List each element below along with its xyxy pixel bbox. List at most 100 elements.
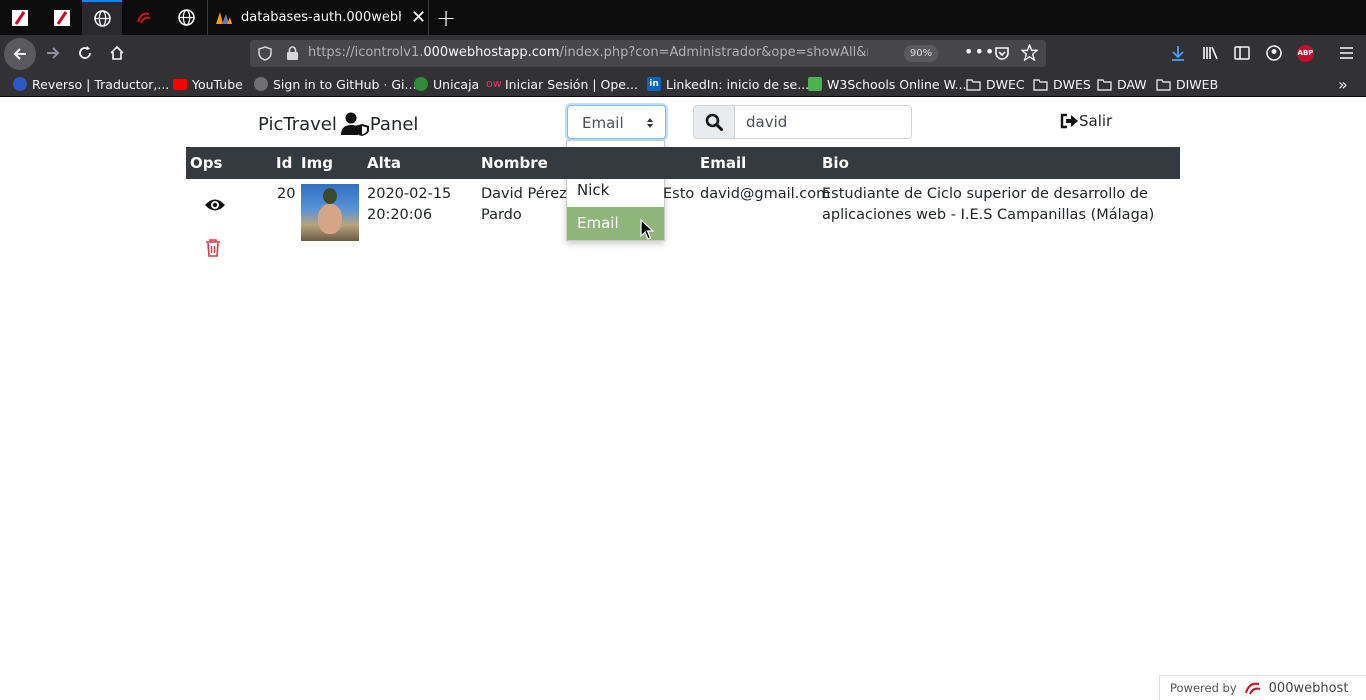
bookmark-label: DAW bbox=[1117, 76, 1147, 92]
bookmark-github[interactable]: Sign in to GitHub · Gi... bbox=[254, 75, 416, 93]
github-icon bbox=[254, 77, 268, 91]
column-header-ops: Ops bbox=[190, 154, 223, 172]
forward-button[interactable] bbox=[38, 39, 68, 67]
brand-name: PicTravel bbox=[258, 113, 337, 135]
search-button[interactable] bbox=[693, 105, 735, 139]
arrow-right-icon bbox=[47, 47, 60, 59]
reload-icon bbox=[79, 46, 91, 59]
sidebar-icon[interactable] bbox=[1234, 45, 1250, 61]
home-button[interactable] bbox=[102, 39, 132, 67]
powered-by-badge[interactable]: Powered by 000webhost bbox=[1159, 675, 1366, 700]
phpmyadmin-icon bbox=[216, 11, 232, 24]
pocket-icon[interactable] bbox=[994, 45, 1010, 61]
unicaja-icon bbox=[414, 77, 428, 91]
logout-label: Salir bbox=[1079, 112, 1113, 130]
bookmark-folder-daw[interactable]: DAW bbox=[1097, 75, 1147, 93]
bookmark-label: DWES bbox=[1053, 76, 1091, 92]
column-header-id: Id bbox=[276, 154, 293, 172]
trash-icon[interactable] bbox=[205, 239, 221, 257]
bookmark-label: Iniciar Sesión | Ope... bbox=[505, 76, 638, 92]
bookmark-label: DIWEB bbox=[1176, 76, 1219, 92]
bookmark-label: DWEC bbox=[986, 76, 1025, 92]
linkedin-icon: in bbox=[647, 77, 661, 91]
column-header-bio: Bio bbox=[822, 154, 849, 172]
cell-nombre-line2: Pardo bbox=[481, 207, 522, 223]
more-actions-icon[interactable]: ••• bbox=[964, 42, 995, 61]
cell-id: 20 bbox=[277, 186, 296, 202]
shield-icon bbox=[258, 46, 272, 61]
brand-panel: Panel bbox=[369, 113, 419, 135]
tab-pinned-5[interactable] bbox=[166, 0, 206, 35]
new-tab-button[interactable]: + bbox=[432, 0, 460, 35]
webhost-logo-icon bbox=[1244, 682, 1260, 695]
cell-hidden-fragment: Esto bbox=[663, 186, 695, 202]
library-icon[interactable] bbox=[1202, 45, 1219, 61]
search-group: david bbox=[693, 105, 912, 139]
sort-arrows-icon bbox=[647, 118, 653, 128]
cell-nombre-line1: David Pérez bbox=[481, 186, 567, 202]
bookmark-label: Reverso | Traductor,... bbox=[32, 76, 170, 92]
tab-pinned-1[interactable] bbox=[0, 0, 40, 35]
openbank-icon: ow bbox=[486, 77, 502, 90]
globe-icon bbox=[177, 9, 195, 26]
bookmark-openbank[interactable]: ow Iniciar Sesión | Ope... bbox=[486, 75, 638, 93]
pdf-icon bbox=[12, 9, 28, 26]
user-shield-icon bbox=[340, 112, 369, 136]
w3schools-icon bbox=[808, 77, 822, 91]
bookmarks-overflow-button[interactable]: » bbox=[1338, 74, 1348, 94]
browser-tab-bar: databases-auth.000webhost.c ✕ + bbox=[0, 0, 1366, 35]
bookmark-w3schools[interactable]: W3Schools Online W... bbox=[808, 75, 966, 93]
bookmark-youtube[interactable]: YouTube bbox=[173, 75, 243, 93]
filter-select[interactable]: Email bbox=[567, 105, 666, 139]
url-bar[interactable]: https://icontrolv1.000webhostapp.com/ind… bbox=[250, 40, 1046, 67]
avatar-face bbox=[318, 204, 342, 234]
bookmark-folder-dwec[interactable]: DWEC bbox=[966, 75, 1025, 93]
bookmarks-bar: Reverso | Traductor,... YouTube Sign in … bbox=[0, 71, 1366, 97]
folder-icon bbox=[1097, 78, 1112, 91]
url-text: https://icontrolv1.000webhostapp.com/ind… bbox=[308, 45, 868, 60]
avatar-palm bbox=[323, 188, 337, 204]
tab-active[interactable]: databases-auth.000webhost.c ✕ bbox=[207, 0, 429, 35]
cell-bio-line2: aplicaciones web - I.E.S Campanillas (Má… bbox=[822, 207, 1155, 223]
star-icon[interactable] bbox=[1021, 44, 1038, 61]
bookmark-folder-diweb[interactable]: DIWEB bbox=[1156, 75, 1218, 93]
bookmark-folder-dwes[interactable]: DWES bbox=[1033, 75, 1091, 93]
column-header-alta: Alta bbox=[367, 154, 402, 172]
bookmark-reverso[interactable]: Reverso | Traductor,... bbox=[13, 75, 169, 93]
zoom-indicator[interactable]: 90% bbox=[904, 45, 938, 62]
close-tab-icon[interactable]: ✕ bbox=[411, 7, 426, 28]
tab-pinned-2[interactable] bbox=[42, 0, 82, 35]
search-icon bbox=[705, 113, 723, 131]
webhost-icon bbox=[137, 12, 151, 23]
bookmark-label: Unicaja bbox=[433, 76, 480, 92]
chevron-double-right-icon: » bbox=[1338, 74, 1348, 94]
bookmark-unicaja[interactable]: Unicaja bbox=[414, 75, 479, 93]
tab-pinned-3[interactable] bbox=[82, 0, 122, 35]
app-brand[interactable]: PicTravel Panel bbox=[258, 112, 418, 136]
reload-button[interactable] bbox=[70, 39, 100, 67]
cell-bio-line1: Estudiante de Ciclo superior de desarrol… bbox=[822, 186, 1148, 202]
home-icon bbox=[110, 45, 124, 60]
reverso-icon bbox=[13, 77, 27, 91]
download-icon[interactable] bbox=[1170, 45, 1186, 61]
back-button[interactable] bbox=[4, 38, 36, 70]
powered-by-label: Powered by bbox=[1170, 681, 1237, 695]
table-header: Ops Id Img Alta Nombre Email Bio bbox=[186, 147, 1180, 179]
bookmark-linkedin[interactable]: in LinkedIn: inicio de se... bbox=[647, 75, 809, 93]
bookmark-label: Sign in to GitHub · Gi... bbox=[273, 76, 417, 92]
mouse-cursor-icon bbox=[640, 219, 654, 240]
account-icon[interactable] bbox=[1266, 45, 1282, 61]
eye-icon[interactable] bbox=[204, 197, 226, 213]
adblock-icon[interactable]: ABP bbox=[1297, 45, 1314, 62]
tab-pinned-4[interactable] bbox=[124, 0, 164, 35]
logout-link[interactable]: Salir bbox=[1060, 112, 1112, 130]
bookmark-label: LinkedIn: inicio de se... bbox=[666, 76, 810, 92]
youtube-icon bbox=[173, 78, 187, 90]
column-header-img: Img bbox=[301, 154, 333, 172]
lock-icon bbox=[287, 46, 298, 60]
menu-icon[interactable] bbox=[1339, 46, 1354, 60]
search-input[interactable]: david bbox=[734, 105, 912, 139]
folder-icon bbox=[966, 78, 981, 91]
folder-icon bbox=[1033, 78, 1048, 91]
globe-icon bbox=[93, 10, 111, 27]
